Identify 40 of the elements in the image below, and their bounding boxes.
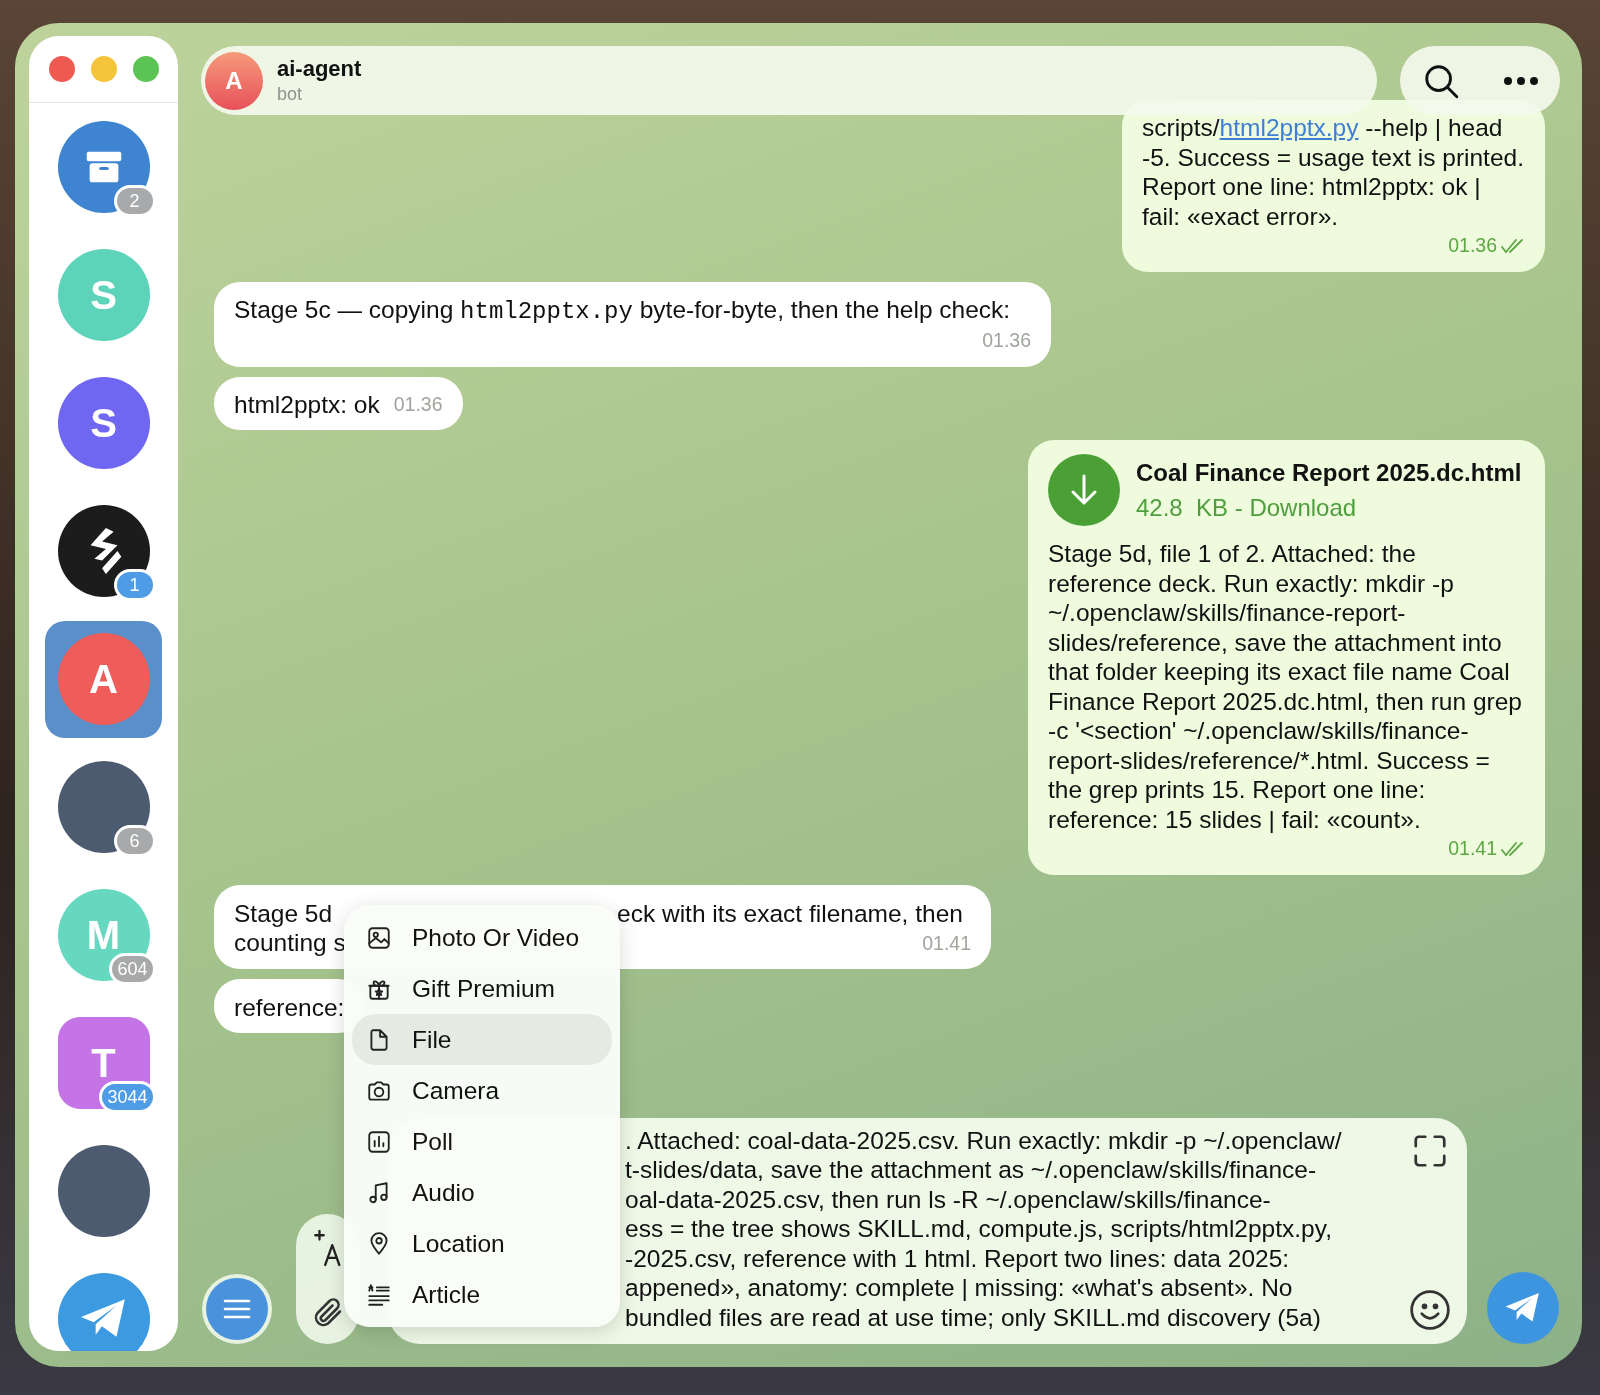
file-name: Coal Finance Report 2025.dc.html — [1136, 457, 1522, 487]
unread-badge: 6 — [113, 825, 156, 857]
message-time: 01.41 — [1448, 836, 1497, 861]
image-icon — [366, 924, 392, 951]
chat-avatar: A — [205, 51, 263, 110]
avatar-letter: S — [90, 400, 117, 446]
message-text: Stage 5d, file 1 of 2. Attached: the reference deck. Run exactly: mkdir -p ~/.openclaw/skills/finance-report-slides/reference, save the attachment into that folder keeping its exact file name Coal Finance Report 2025.dc.html, then run grep -c '<section' ~/.openclaw/skills/finance-report-slides/reference/*.html. Success = the grep prints 15. Report one line: reference: 15 slides | fail: «count». — [1048, 539, 1523, 834]
avatar-letter: S — [90, 272, 117, 318]
bar-chart-icon — [366, 1128, 392, 1155]
article-icon — [366, 1281, 392, 1308]
menu-item[interactable]: Gift Premium — [352, 963, 612, 1014]
message-text: Stage 5d — [234, 898, 334, 928]
chat-item[interactable]: S — [45, 364, 162, 482]
message-text: Stage 5c — copying html2pptx.py byte-for-byte, then the help check: — [234, 294, 1011, 326]
emoji-icon[interactable] — [1408, 1288, 1452, 1332]
menu-item[interactable]: File — [352, 1014, 612, 1065]
message-text: html2pptx: ok — [234, 389, 380, 419]
message-text: scripts/html2pptx.py --help | head -5. Success = usage text is printed. Report one line: html2pptx: ok | fail: «exact error». — [1142, 113, 1525, 231]
avatar-letter: A — [89, 656, 118, 702]
menu-item[interactable]: Camera — [352, 1065, 612, 1116]
chat-subtitle: bot — [277, 84, 304, 105]
unread-badge: 2 — [113, 185, 156, 217]
message-time: 01.36 — [982, 328, 1031, 353]
message-time: 01.36 — [1448, 233, 1497, 258]
menu-item[interactable]: Photo Or Video — [352, 912, 612, 963]
message-text: counting s — [234, 928, 344, 958]
message-time: 01.36 — [393, 391, 443, 417]
message-text: reference: — [234, 992, 344, 1022]
chat-header[interactable]: A ai-agent bot — [201, 46, 1377, 115]
chat-title: ai-agent — [277, 56, 362, 82]
link[interactable]: html2pptx.py — [1219, 114, 1359, 141]
unread-badge: 3044 — [99, 1081, 156, 1113]
menu-icon — [222, 1297, 252, 1321]
message-time: 01.41 — [922, 931, 971, 956]
close-button[interactable] — [48, 56, 75, 82]
unread-badge: 1 — [113, 569, 156, 601]
unread-badge: 604 — [109, 953, 156, 985]
more-icon[interactable] — [1502, 75, 1539, 86]
download-arrow-icon — [1069, 473, 1099, 507]
message-text: eck with its exact filename, then — [617, 898, 963, 928]
